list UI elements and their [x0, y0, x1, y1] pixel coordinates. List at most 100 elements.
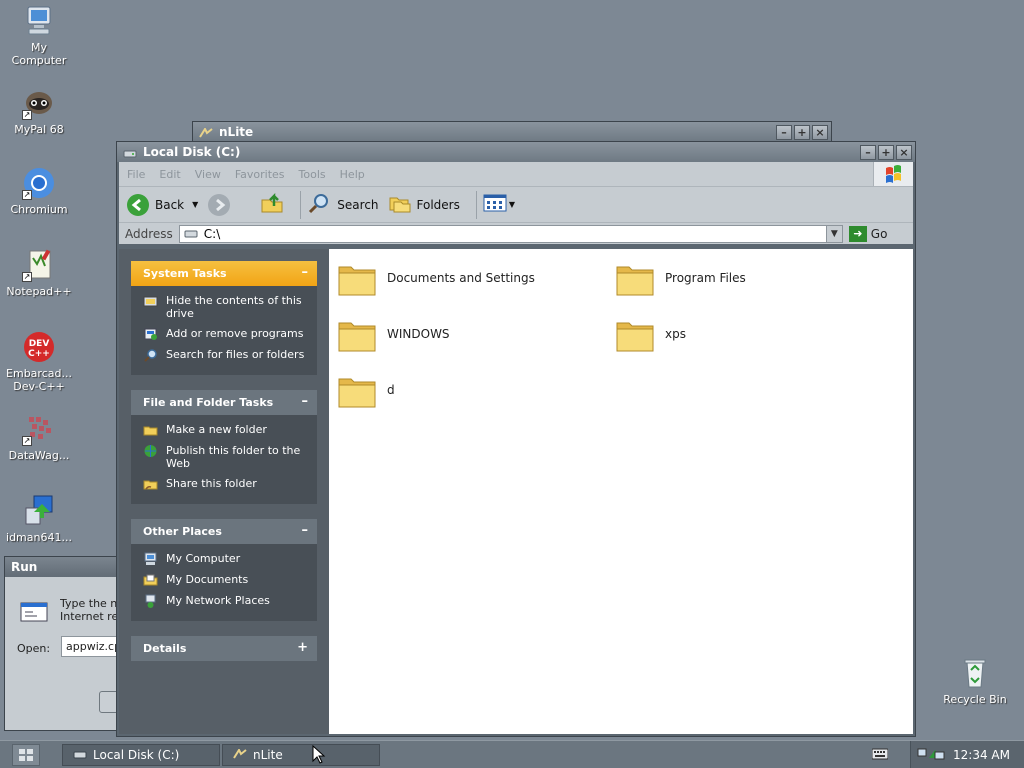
- taskbar-item-nlite[interactable]: nLite: [222, 743, 380, 766]
- system-tasks-title: System Tasks: [143, 267, 227, 280]
- desktop-icon-recycle-bin[interactable]: Recycle Bin: [937, 656, 1013, 706]
- details-group: Details +: [131, 636, 317, 661]
- menu-view[interactable]: View: [195, 168, 221, 181]
- address-input[interactable]: C:\ ▼: [178, 224, 843, 243]
- back-button[interactable]: Back ▼: [127, 193, 198, 216]
- drive-icon: [123, 147, 137, 158]
- place-my-network[interactable]: My Network Places: [143, 594, 307, 608]
- system-tasks-header[interactable]: System Tasks –: [131, 261, 317, 286]
- minimize-button[interactable]: –: [860, 144, 876, 160]
- place-label: My Documents: [166, 573, 249, 586]
- nlite-titlebar[interactable]: nLite – + ×: [193, 122, 831, 142]
- system-tasks-body: Hide the contents of this drive Add or r…: [131, 286, 317, 375]
- folder-item[interactable]: WINDOWS: [337, 315, 450, 353]
- minimize-button[interactable]: –: [776, 124, 792, 140]
- close-button[interactable]: ×: [896, 144, 912, 160]
- views-button[interactable]: ▼: [483, 193, 515, 216]
- menu-edit[interactable]: Edit: [159, 168, 180, 181]
- chevron-down-icon[interactable]: ▼: [509, 200, 515, 209]
- menu-favorites[interactable]: Favorites: [235, 168, 285, 181]
- taskbar-item-local-disk[interactable]: Local Disk (C:): [62, 743, 220, 766]
- forward-button[interactable]: [208, 193, 236, 216]
- clock[interactable]: 12:34 AM: [953, 748, 1010, 762]
- explorer-title: Local Disk (C:): [143, 145, 241, 159]
- nlite-title: nLite: [219, 125, 254, 139]
- hide-drive-icon: [143, 294, 158, 308]
- run-title: Run: [11, 560, 38, 574]
- maximize-button[interactable]: +: [794, 124, 810, 140]
- explorer-window[interactable]: Local Disk (C:) – + × File Edit View Fav…: [116, 141, 916, 737]
- folder-item[interactable]: Documents and Settings: [337, 259, 535, 297]
- close-button[interactable]: ×: [812, 124, 828, 140]
- collapse-icon[interactable]: –: [302, 523, 309, 538]
- folders-label: Folders: [416, 197, 460, 212]
- raccoon-icon: ↗: [22, 86, 56, 120]
- desktop-icon-idman[interactable]: idman641...: [1, 494, 77, 544]
- go-label: Go: [870, 226, 888, 241]
- folder-icon: [337, 259, 377, 297]
- menu-file[interactable]: File: [127, 168, 145, 181]
- desktop-icon-mypal[interactable]: ↗ MyPal 68: [1, 86, 77, 136]
- search-button[interactable]: Search: [307, 192, 379, 217]
- explorer-titlebar[interactable]: Local Disk (C:) – + ×: [117, 142, 915, 162]
- desktop-icon-devcpp[interactable]: DEV C++ Embarcad... Dev-C++: [1, 330, 77, 393]
- desktop-icon-label: DataWag...: [8, 449, 70, 462]
- desktop-icon-chromium[interactable]: ↗ Chromium: [1, 166, 77, 216]
- search-icon: [143, 348, 158, 362]
- folder-item[interactable]: d: [337, 371, 395, 409]
- go-arrow-icon: ➜: [848, 225, 867, 242]
- run-titlebar[interactable]: Run: [5, 557, 123, 577]
- folder-item[interactable]: xps: [615, 315, 686, 353]
- collapse-icon[interactable]: –: [302, 394, 309, 409]
- menu-help[interactable]: Help: [340, 168, 365, 181]
- maximize-button[interactable]: +: [878, 144, 894, 160]
- shortcut-arrow-icon: ↗: [22, 272, 32, 282]
- place-my-documents[interactable]: My Documents: [143, 573, 307, 587]
- keyboard-icon[interactable]: [871, 748, 889, 763]
- other-places-header[interactable]: Other Places –: [131, 519, 317, 544]
- file-folder-tasks-header[interactable]: File and Folder Tasks –: [131, 390, 317, 415]
- menu-tools[interactable]: Tools: [299, 168, 326, 181]
- folder-item[interactable]: Program Files: [615, 259, 746, 297]
- taskbar-item-label: Local Disk (C:): [93, 747, 180, 762]
- collapse-icon[interactable]: –: [302, 265, 309, 280]
- task-label: Hide the contents of this drive: [166, 294, 302, 320]
- go-button[interactable]: ➜ Go: [848, 225, 888, 242]
- desktop-icon-label: Notepad++: [6, 285, 72, 298]
- taskbar-item-label: nLite: [253, 747, 283, 762]
- task-label: Add or remove programs: [166, 327, 304, 340]
- desktop-icon-label: idman641...: [6, 531, 72, 544]
- file-list: Documents and Settings Program Files WIN…: [329, 249, 913, 734]
- mouse-cursor-icon: [312, 744, 326, 768]
- address-label: Address: [125, 226, 173, 241]
- task-add-remove-programs[interactable]: Add or remove programs: [143, 327, 307, 341]
- shortcut-arrow-icon: ↗: [22, 110, 32, 120]
- desktop-icon-notepadpp[interactable]: ↗ Notepad++: [1, 248, 77, 298]
- start-button[interactable]: [12, 743, 40, 766]
- other-places-body: My Computer My Documents My Network Plac…: [131, 544, 317, 621]
- expand-icon[interactable]: +: [297, 640, 308, 655]
- desktop-icon-datawag[interactable]: ↗ DataWag...: [1, 412, 77, 462]
- task-make-folder[interactable]: Make a new folder: [143, 423, 307, 437]
- task-share-folder[interactable]: Share this folder: [143, 477, 307, 491]
- chevron-down-icon[interactable]: ▼: [192, 200, 198, 209]
- up-folder-button[interactable]: [260, 192, 284, 217]
- task-pane: System Tasks – Hide the contents of this…: [119, 249, 329, 734]
- place-my-computer[interactable]: My Computer: [143, 552, 307, 566]
- address-value: C:\: [203, 226, 221, 241]
- network-icon[interactable]: [917, 746, 947, 765]
- task-hide-contents[interactable]: Hide the contents of this drive: [143, 294, 307, 320]
- toolbar-separator: [300, 190, 302, 219]
- task-publish-web[interactable]: Publish this folder to the Web: [143, 444, 307, 470]
- run-open-label: Open:: [17, 642, 51, 655]
- shortcut-arrow-icon: ↗: [22, 190, 32, 200]
- task-search-files[interactable]: Search for files or folders: [143, 348, 307, 362]
- forward-arrow-icon: [208, 193, 231, 216]
- address-dropdown-button[interactable]: ▼: [825, 225, 842, 242]
- details-header[interactable]: Details +: [131, 636, 317, 661]
- folders-button[interactable]: Folders: [389, 193, 460, 216]
- desktop-icon-label: Chromium: [10, 203, 68, 216]
- run-dialog[interactable]: Run Type the na Internet res Open: appwi…: [4, 556, 131, 731]
- up-folder-icon: [260, 192, 284, 217]
- desktop-icon-my-computer[interactable]: My Computer: [1, 4, 77, 67]
